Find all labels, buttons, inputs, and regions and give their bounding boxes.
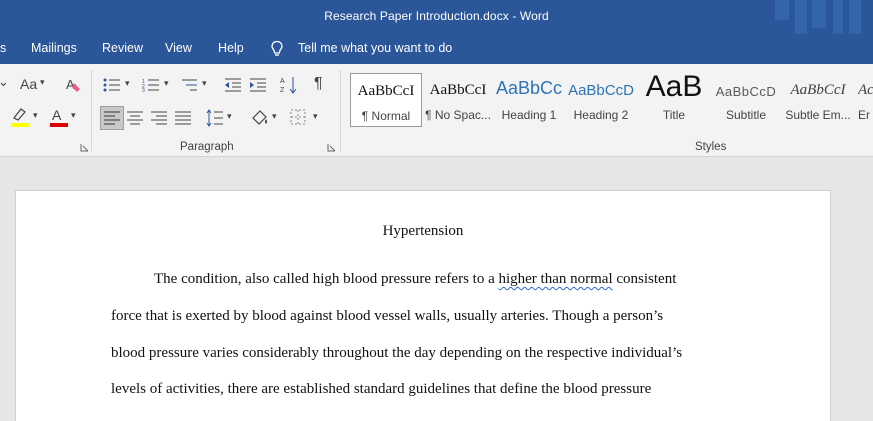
bullets-dropdown-icon[interactable]: ▾ [125,78,130,89]
style-title[interactable]: AaB Title [640,70,708,125]
style-sample: AaBbCcD [568,82,634,99]
decrease-indent-icon[interactable] [224,78,242,92]
bullets-icon[interactable] [103,78,121,92]
ribbon-tabs: s Mailings Review View Help Tell me what… [0,34,873,64]
change-case-dropdown-icon[interactable]: ▾ [40,77,45,88]
paragraph-line: force that is exerted by blood against b… [111,308,664,324]
title-bar: Research Paper Introduction.docx - Word [0,0,873,40]
style-subtle-emphasis[interactable]: AaBbCcI Subtle Em... [785,73,851,125]
title-bar-decoration [795,0,807,34]
title-bar-decoration [833,0,843,34]
style-name: Title [662,108,686,122]
ribbon-separator [340,70,341,152]
show-formatting-marks-icon[interactable]: ¶ [314,75,323,93]
styles-group-label: Styles [695,141,727,153]
tab-references[interactable]: s [0,41,6,55]
style-sample: AaBbCc [496,78,562,98]
ribbon-separator [91,70,92,152]
ribbon: ⌄ Aa ▾ A ▾ A ▾ ▾ 1 2 3 ▾ ▾ A Z ¶ ▾ ▾ ▾ P… [0,64,873,157]
align-left-button[interactable] [100,106,124,130]
line-spacing-dropdown-icon[interactable]: ▾ [227,111,232,122]
font-color-dropdown-icon[interactable]: ▾ [71,110,76,121]
line-spacing-icon[interactable] [206,109,224,127]
window-title: Research Paper Introduction.docx - Word [324,9,549,23]
style-sample: Ac [858,82,873,98]
shading-dropdown-icon[interactable]: ▾ [272,111,277,122]
font-dialog-launcher-icon[interactable] [80,143,89,152]
paragraph-dialog-launcher-icon[interactable] [327,143,336,152]
borders-dropdown-icon[interactable]: ▾ [313,111,318,122]
numbering-dropdown-icon[interactable]: ▾ [164,78,169,89]
tell-me-search[interactable]: Tell me what you want to do [298,41,452,55]
style-sample: AaBbCcD [715,84,777,99]
paragraph-line: blood pressure varies considerably throu… [111,345,683,361]
text-run: The condition, also called high blood pr… [154,271,499,287]
borders-icon[interactable] [290,109,306,125]
document-canvas[interactable]: Hypertension The condition, also called … [0,157,873,421]
lightbulb-icon[interactable] [270,40,284,58]
document-title: Hypertension [382,223,464,239]
paragraph-line: levels of activities, there are establis… [111,381,652,397]
style-name: Heading 1 [501,108,557,122]
svg-text:Z: Z [280,87,285,94]
align-right-icon[interactable] [151,111,167,125]
style-subtitle[interactable]: AaBbCcD Subtitle [713,73,779,125]
paragraph-line: The condition, also called high blood pr… [154,271,676,288]
numbering-icon[interactable]: 1 2 3 [142,78,160,92]
font-dropdown-arrow[interactable]: ⌄ [0,74,9,90]
spelling-flag-text[interactable]: higher than normal [498,271,612,287]
multilevel-list-icon[interactable] [180,78,198,92]
style-name: ¶ No Spac... [425,108,491,122]
justify-icon[interactable] [175,111,191,125]
increase-indent-icon[interactable] [249,78,267,92]
text-run: consistent [612,271,677,287]
style-sample: AaB [645,70,703,103]
style-no-spacing[interactable]: AaBbCcI ¶ No Spac... [423,73,493,125]
style-name: Subtitle [725,108,767,122]
style-name: Er [858,108,870,122]
document-page[interactable]: Hypertension The condition, also called … [15,190,831,421]
tab-mailings[interactable]: Mailings [31,41,77,55]
tab-view[interactable]: View [165,41,192,55]
title-bar-decoration [812,0,826,28]
paragraph-group-label: Paragraph [180,141,234,153]
change-case-button[interactable]: Aa [20,76,37,92]
style-sample: AaBbCcI [429,82,487,98]
style-sample: AaBbCcI [357,83,415,99]
style-emphasis[interactable]: Ac Er [858,73,873,125]
multilevel-dropdown-icon[interactable]: ▾ [202,78,207,89]
style-heading-2[interactable]: AaBbCcD Heading 2 [568,73,634,125]
style-normal[interactable]: AaBbCcI ¶ Normal [350,73,422,127]
style-name: ¶ Normal [361,109,411,123]
svg-text:A: A [52,107,62,123]
style-name: Heading 2 [573,108,629,122]
tab-help[interactable]: Help [218,41,244,55]
align-left-icon [104,111,120,125]
style-sample: AaBbCcI [790,82,846,98]
sort-icon[interactable]: AZ [280,75,298,95]
text-highlight-icon[interactable] [10,106,30,128]
shading-icon[interactable] [250,108,270,128]
title-bar-decoration [775,0,789,20]
align-center-icon[interactable] [127,111,143,125]
font-color-icon[interactable]: A [49,106,69,128]
style-heading-1[interactable]: AaBbCc Heading 1 [496,73,562,125]
svg-text:A: A [280,78,285,85]
style-name: Subtle Em... [785,108,851,122]
highlight-dropdown-icon[interactable]: ▾ [33,110,38,121]
svg-text:3: 3 [142,88,145,92]
tab-review[interactable]: Review [102,41,143,55]
clear-formatting-icon[interactable]: A [65,77,83,93]
